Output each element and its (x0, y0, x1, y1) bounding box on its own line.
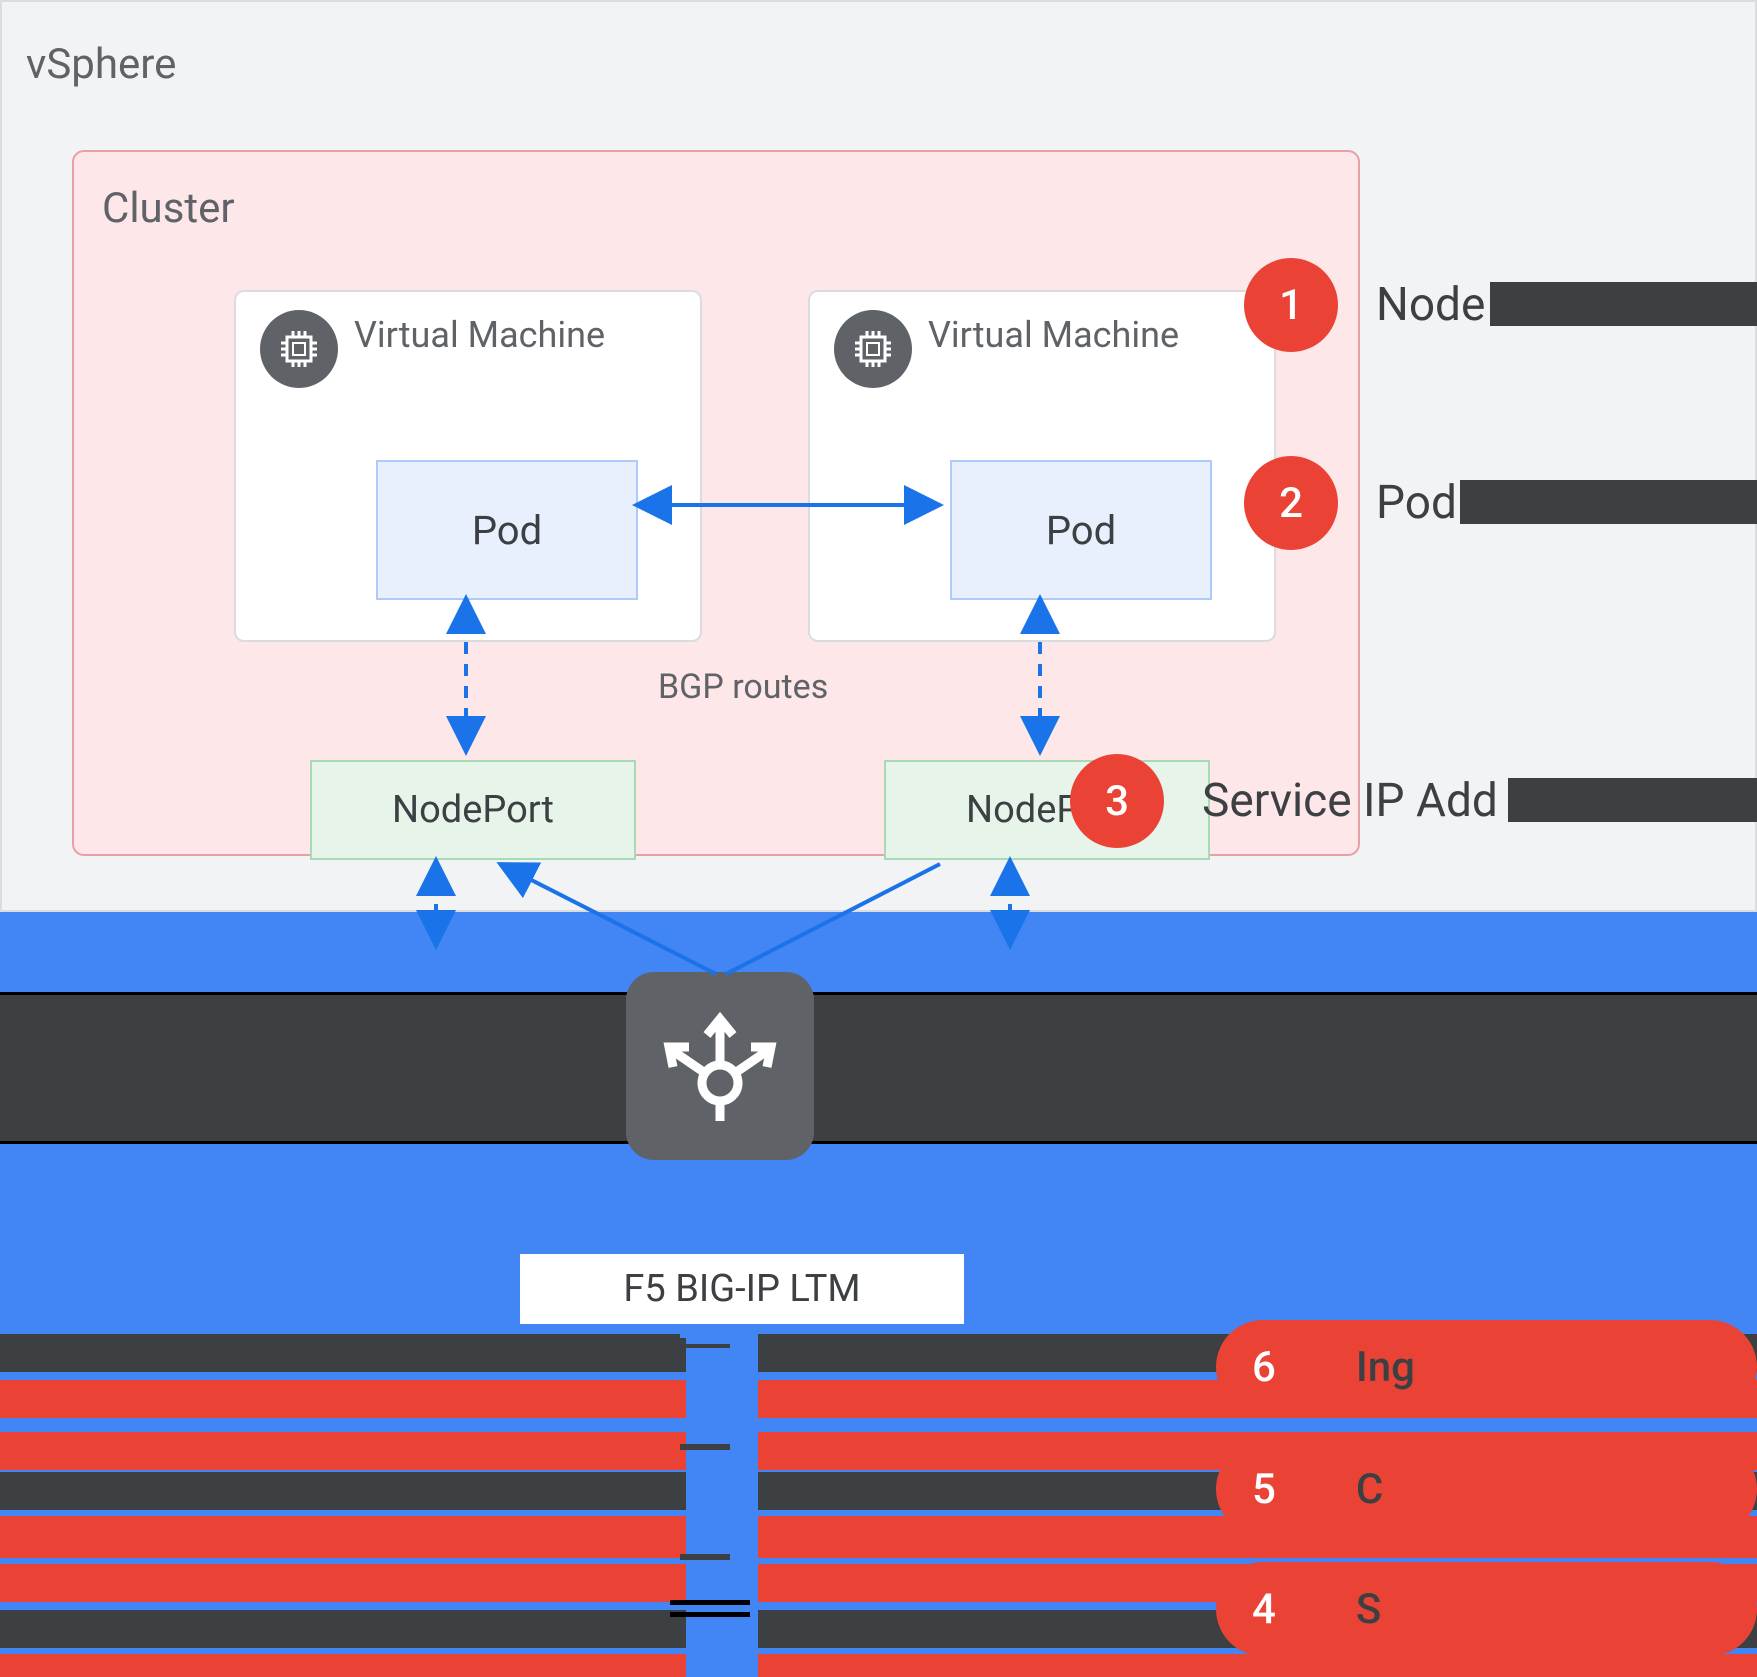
annotation-badge-2: 2 (1244, 456, 1338, 550)
thin-line (680, 1444, 730, 1450)
cluster-title: Cluster (102, 184, 235, 233)
thin-line (680, 1554, 730, 1560)
pill-num: 4 (1252, 1585, 1276, 1634)
pod-box: Pod (950, 460, 1212, 600)
thin-line (680, 1344, 730, 1348)
label-redaction (1508, 778, 1757, 822)
cpu-icon (260, 310, 338, 388)
vm-box-1: Virtual Machine Pod (234, 290, 702, 642)
annotation-pill-5: 5 C (1216, 1442, 1757, 1536)
stripe (0, 1654, 686, 1677)
stripe (0, 1380, 686, 1418)
annotation-label-3: Service IP Add (1202, 774, 1498, 828)
vsphere-title: vSphere (26, 40, 176, 89)
pill-label: S (1356, 1585, 1381, 1634)
annotation-badge-1: 1 (1244, 258, 1338, 352)
thin-line (670, 1612, 750, 1617)
stripe (0, 1472, 686, 1510)
vm-box-2: Virtual Machine Pod (808, 290, 1276, 642)
pill-num: 6 (1252, 1343, 1276, 1392)
cpu-icon (834, 310, 912, 388)
label-redaction (1490, 282, 1757, 326)
annotation-badge-3: 3 (1070, 754, 1164, 848)
vm-label: Virtual Machine (928, 314, 1179, 356)
annotation-pill-4: 4 S (1216, 1562, 1757, 1656)
stripe (0, 1564, 686, 1602)
stripe (0, 1334, 686, 1372)
label-redaction (1460, 480, 1757, 524)
annotation-label-2: Pod (1376, 476, 1457, 530)
stripe (0, 1516, 686, 1558)
dark-band-1 (0, 992, 1757, 1144)
pill-num: 5 (1252, 1465, 1276, 1514)
annotation-pill-6: 6 Ing (1216, 1320, 1757, 1414)
thin-line (680, 1334, 730, 1338)
pod-box: Pod (376, 460, 638, 600)
pill-label: Ing (1356, 1343, 1415, 1392)
stripe (0, 1432, 686, 1470)
bgp-routes-label: BGP routes (658, 667, 828, 707)
f5-bigip-label: F5 BIG-IP LTM (520, 1254, 964, 1324)
vm-label: Virtual Machine (354, 314, 605, 356)
nodeport-box: NodePort (310, 760, 636, 860)
load-balancer-icon (626, 972, 814, 1160)
thin-line (670, 1600, 750, 1605)
stripe (0, 1610, 686, 1648)
stripe (758, 1654, 1757, 1677)
cluster-box: Cluster (72, 150, 1360, 856)
pill-label: C (1356, 1465, 1383, 1514)
annotation-label-1: Node (1376, 278, 1485, 332)
